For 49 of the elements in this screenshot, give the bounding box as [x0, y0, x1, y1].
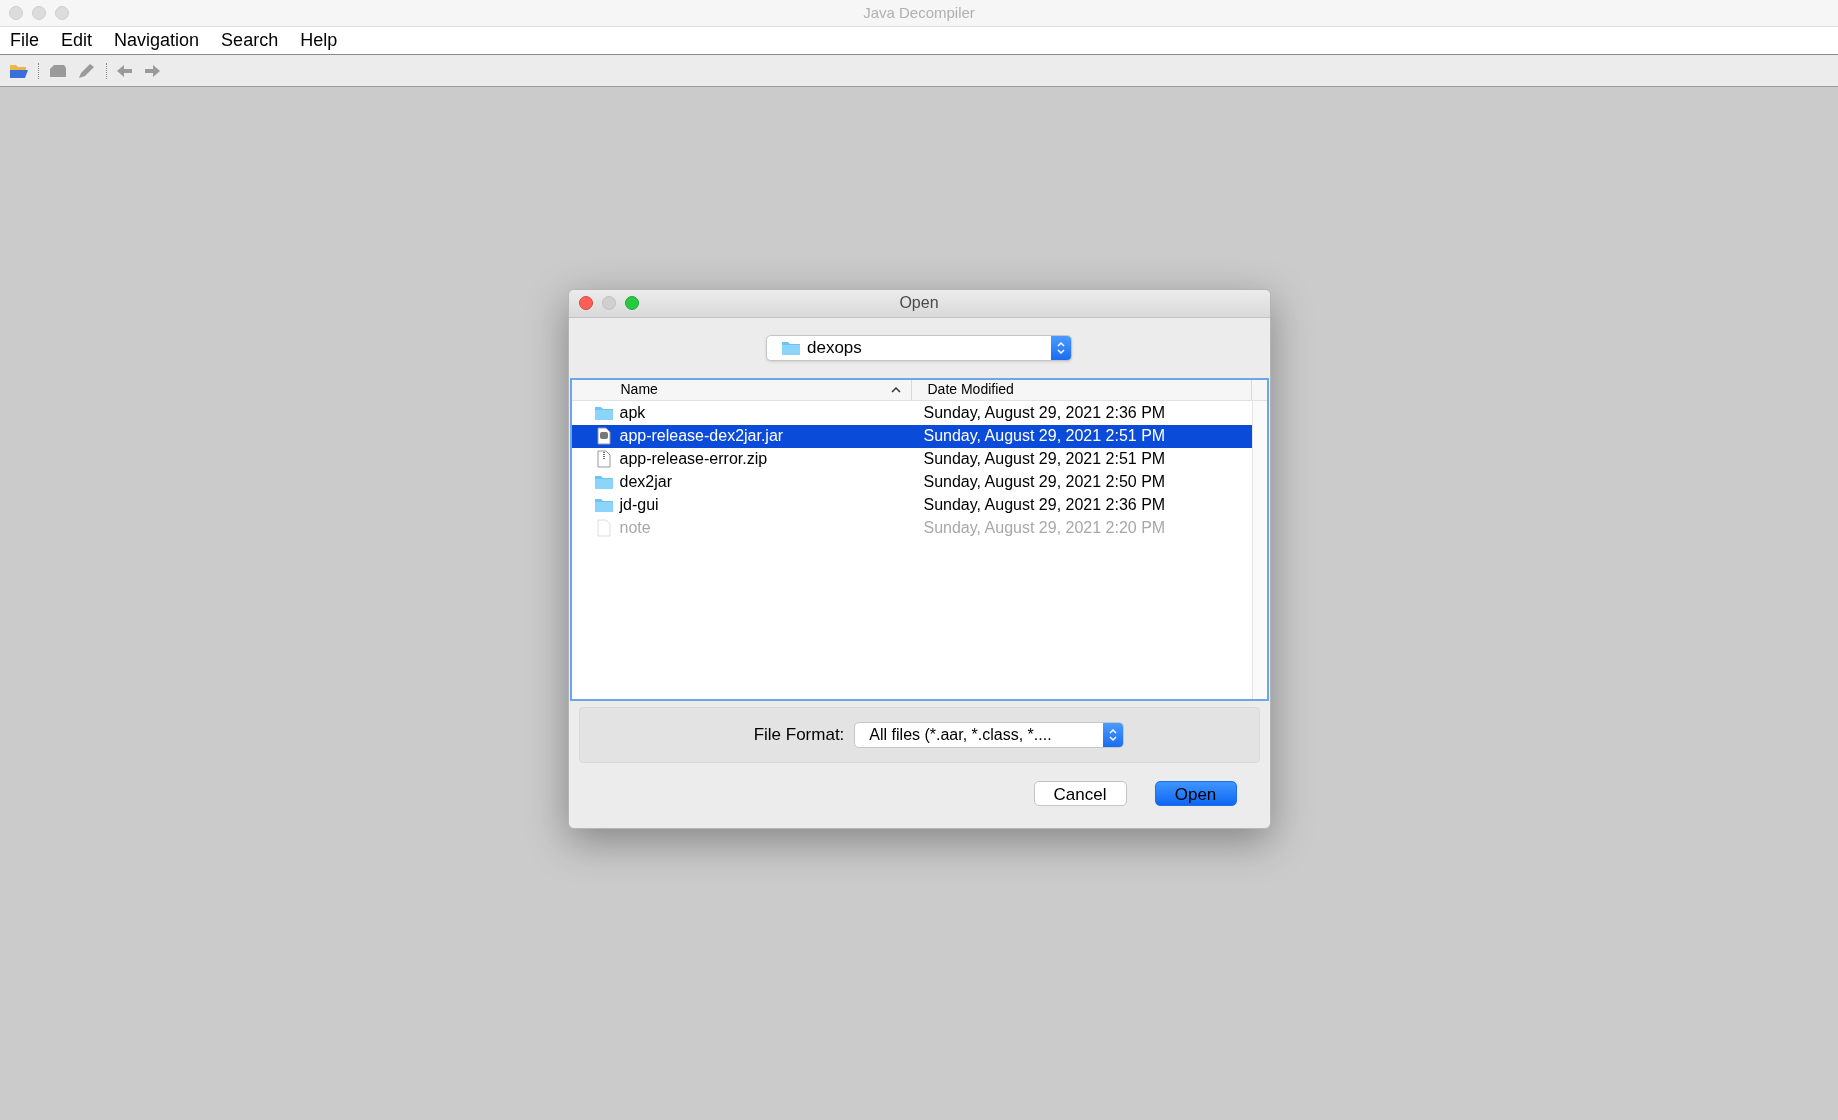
menu-item[interactable]: Search — [221, 27, 279, 54]
jar-file-icon — [596, 427, 611, 445]
close-icon[interactable] — [578, 295, 593, 310]
folder-icon — [781, 339, 801, 356]
location-dropdown[interactable]: dexops — [766, 334, 1072, 361]
location-label: dexops — [807, 336, 862, 359]
folder-icon — [593, 474, 614, 490]
file-name: apk — [619, 403, 646, 423]
cancel-button[interactable]: Cancel — [1033, 780, 1127, 806]
file-name: note — [619, 518, 651, 538]
window-control-icon[interactable] — [32, 6, 46, 20]
window-control-icon[interactable] — [55, 6, 69, 20]
file-name: dex2jar — [619, 472, 672, 492]
window-control-icon[interactable] — [9, 6, 23, 20]
file-format-dropdown[interactable]: All files (*.aar, *.class, *.... — [854, 721, 1125, 748]
minimize-icon[interactable] — [601, 295, 616, 310]
file-row[interactable]: app-release-error.zip Sunday, August 29, 2021 2:51 PM — [571, 447, 1252, 471]
sort-ascending-icon — [890, 386, 901, 393]
file-row[interactable]: app-release-dex2jar.jar Sunday, August 29, 2021 2:51 PM — [571, 424, 1252, 448]
menu-item[interactable]: Help — [300, 27, 338, 54]
stepper-icon — [1051, 335, 1071, 360]
folder-icon — [593, 497, 614, 513]
date-modified: Sunday, August 29, 2021 2:50 PM — [922, 472, 1166, 492]
date-modified: Sunday, August 29, 2021 2:51 PM — [922, 449, 1166, 469]
file-row[interactable]: jd-gui Sunday, August 29, 2021 2:36 PM — [571, 493, 1252, 517]
date-modified: Sunday, August 29, 2021 2:36 PM — [922, 403, 1166, 423]
menu-item[interactable]: File — [10, 27, 39, 54]
menu-item[interactable]: Edit — [61, 27, 93, 54]
dialog-title: Open — [899, 293, 939, 313]
file-row[interactable]: apk Sunday, August 29, 2021 2:36 PM — [571, 401, 1252, 425]
column-header[interactable]: Name — [571, 379, 912, 400]
file-row[interactable]: dex2jar Sunday, August 29, 2021 2:50 PM — [571, 470, 1252, 494]
document-icon — [596, 519, 611, 537]
date-modified: Sunday, August 29, 2021 2:51 PM — [922, 426, 1166, 446]
zip-file-icon — [596, 450, 611, 468]
folder-icon — [593, 405, 614, 421]
date-modified: Sunday, August 29, 2021 2:36 PM — [922, 495, 1166, 515]
open-button[interactable]: Open — [1154, 780, 1237, 806]
zoom-icon[interactable] — [624, 295, 639, 310]
date-modified: Sunday, August 29, 2021 2:20 PM — [922, 518, 1166, 538]
file-name: app-release-error.zip — [619, 449, 768, 469]
column-header[interactable]: Date Modified — [911, 379, 1252, 400]
window-title: Java Decompiler — [863, 2, 975, 23]
stepper-icon — [1103, 722, 1124, 747]
file-name: jd-gui — [619, 495, 659, 515]
file-name: app-release-dex2jar.jar — [619, 426, 784, 446]
file-format-label: File Format: — [753, 723, 845, 746]
open-folder-button[interactable] — [9, 62, 29, 79]
menu-item[interactable]: Navigation — [114, 27, 200, 54]
